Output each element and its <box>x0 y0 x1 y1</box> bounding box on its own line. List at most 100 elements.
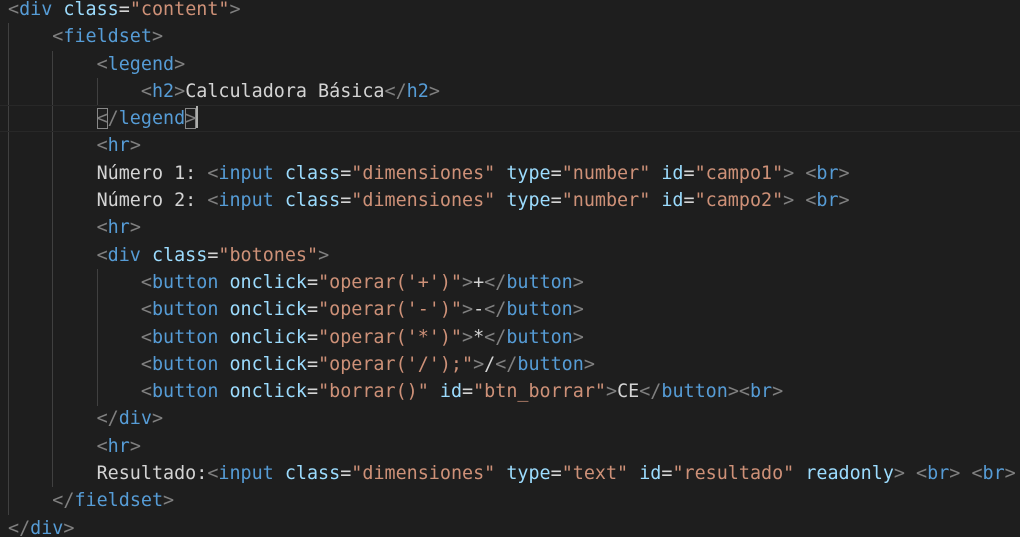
code-line[interactable]: <legend> <box>8 51 1016 78</box>
code-line[interactable]: </fieldset> <box>8 487 1016 514</box>
code-token: type <box>506 190 551 212</box>
code-area[interactable]: <div class="content"> <fieldset> <legend… <box>0 0 1020 537</box>
code-token: < <box>916 463 928 485</box>
code-token: input <box>218 162 274 184</box>
code-line[interactable]: </div> <box>8 515 1016 537</box>
code-line[interactable]: Número 2: <input class="dimensiones" typ… <box>8 187 1016 214</box>
code-line[interactable]: <div class="botones"> <box>8 242 1016 269</box>
code-line[interactable]: Número 1: <input class="dimensiones" typ… <box>8 160 1016 187</box>
code-token: div <box>19 0 53 20</box>
code-token: "operar('*')" <box>318 326 462 348</box>
code-token: class <box>63 0 119 20</box>
code-token: input <box>218 190 274 212</box>
code-token: < <box>96 108 108 130</box>
code-token: id <box>661 190 684 212</box>
code-token: = <box>683 190 695 212</box>
code-token: class <box>151 244 208 266</box>
code-token: </ <box>484 299 507 321</box>
code-token: button <box>506 326 573 348</box>
code-token: "borrar()" <box>318 381 429 403</box>
code-token: class <box>284 463 341 485</box>
code-token: onclick <box>229 353 307 375</box>
code-token: </ <box>484 326 507 348</box>
code-line[interactable]: <hr> <box>8 433 1016 460</box>
code-token: > <box>727 381 739 403</box>
code-token: > <box>783 190 795 212</box>
code-token: = <box>207 244 219 266</box>
code-token: < <box>805 162 817 184</box>
code-token: h2 <box>151 80 175 102</box>
code-token: input <box>218 463 274 485</box>
code-line[interactable]: <button onclick="operar('+')">+</button> <box>8 269 1016 296</box>
code-token: < <box>140 299 152 321</box>
code-token: < <box>52 26 64 48</box>
code-line[interactable]: <h2>Calculadora Básica</h2> <box>8 78 1016 105</box>
code-token: > <box>838 190 850 212</box>
code-token: button <box>151 326 219 348</box>
code-token: > <box>462 271 474 293</box>
code-line[interactable]: Resultado:<input class="dimensiones" typ… <box>8 460 1016 487</box>
code-token: id <box>439 381 463 403</box>
code-token: onclick <box>229 299 307 321</box>
code-token: / <box>484 353 496 375</box>
code-token: div <box>30 517 64 537</box>
code-line[interactable]: <button onclick="operar('*')">*</button> <box>8 324 1016 351</box>
code-token: > <box>572 299 584 321</box>
code-token: "dimensiones" <box>351 190 496 212</box>
code-token: hr <box>107 217 130 239</box>
code-line[interactable]: <div class="content"> <box>8 0 1016 23</box>
code-token: > <box>838 162 850 184</box>
code-token: > <box>129 135 141 157</box>
code-line[interactable]: <button onclick="borrar()" id="btn_borra… <box>8 378 1016 405</box>
code-line[interactable]: </div> <box>8 405 1016 432</box>
code-token: br <box>927 463 950 485</box>
code-token: br <box>816 190 839 212</box>
code-editor[interactable]: <div class="content"> <fieldset> <legend… <box>0 0 1020 537</box>
code-token: / <box>107 108 119 130</box>
code-token: - <box>473 299 485 321</box>
code-line[interactable]: <hr> <box>8 214 1016 241</box>
code-token: > <box>783 162 795 184</box>
code-token: id <box>639 463 662 485</box>
code-token: < <box>140 271 152 293</box>
code-line[interactable]: <button onclick="operar('-')">-</button> <box>8 296 1016 323</box>
code-line[interactable]: </legend> <box>0 105 1020 133</box>
code-token: = <box>550 190 562 212</box>
code-token: > <box>1004 463 1016 485</box>
code-token: > <box>174 53 186 75</box>
code-token: button <box>151 353 219 375</box>
code-token: = <box>306 326 319 348</box>
code-token: = <box>340 463 352 485</box>
code-token: < <box>140 381 152 403</box>
code-token: = <box>340 190 352 212</box>
code-token: CE <box>617 381 640 403</box>
code-token: < <box>805 190 817 212</box>
code-token: > <box>129 217 141 239</box>
code-line[interactable]: <hr> <box>8 132 1016 159</box>
code-line[interactable]: <fieldset> <box>8 23 1016 50</box>
code-token: hr <box>107 135 130 157</box>
code-token: Número 2: <box>96 190 208 212</box>
code-token: > <box>949 463 961 485</box>
code-token: > <box>462 299 474 321</box>
code-token: = <box>661 463 673 485</box>
code-line[interactable]: <button onclick="operar('/');">/</button… <box>8 351 1016 378</box>
code-token: legend <box>118 108 186 130</box>
